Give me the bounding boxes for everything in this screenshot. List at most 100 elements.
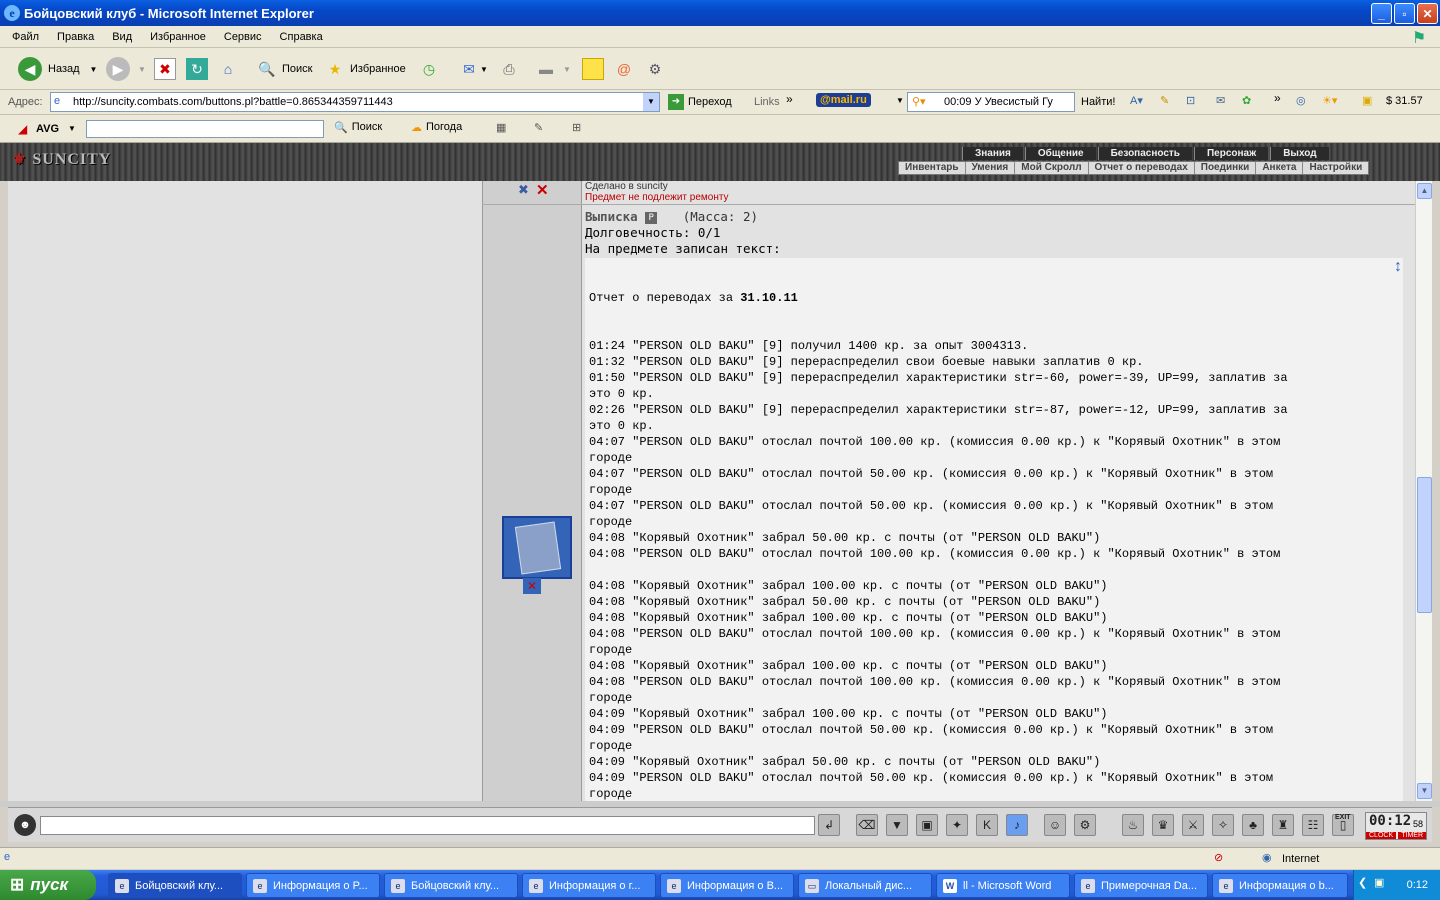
nav-battles[interactable]: Поединки: [1195, 162, 1257, 174]
nav-communication[interactable]: Общение: [1024, 147, 1096, 160]
task-local-disk[interactable]: ▭ Локальный дис...: [798, 873, 932, 898]
nav-settings[interactable]: Настройки: [1303, 162, 1368, 174]
chat-avatar-icon[interactable]: ☻: [14, 814, 36, 836]
avg-search-input[interactable]: [86, 120, 324, 138]
forward-button[interactable]: ▶ ▼: [106, 55, 146, 83]
task-fight-club-2[interactable]: e Бойцовский клу...: [384, 873, 518, 898]
search-button[interactable]: 🔍 Поиск: [256, 55, 312, 83]
resize-icon[interactable]: ↕: [1394, 258, 1402, 276]
save-chat-icon[interactable]: ▣: [916, 814, 938, 836]
back-button[interactable]: ◀ Назад ▼: [18, 55, 97, 83]
at-icon[interactable]: @: [613, 58, 635, 80]
home-icon[interactable]: ⌂: [217, 58, 239, 80]
edit-dropdown-icon[interactable]: ▼: [563, 65, 571, 74]
music-icon[interactable]: ♪: [1006, 814, 1028, 836]
highlight-icon[interactable]: ✎: [1160, 94, 1169, 107]
scroll-thumb[interactable]: [1417, 477, 1432, 613]
mailru-logo[interactable]: @mail.ru: [816, 93, 871, 107]
window-title-bar[interactable]: e Бойцовский клуб - Microsoft Internet E…: [0, 0, 1440, 26]
agent-icon[interactable]: ✿: [1242, 94, 1251, 107]
nav-transfer-report[interactable]: Отчет о переводах: [1089, 162, 1195, 174]
zoom-icon[interactable]: ⊡: [1186, 94, 1195, 107]
scroll-down-icon[interactable]: ▼: [1417, 783, 1432, 799]
address-dropdown-icon[interactable]: ▼: [643, 93, 659, 111]
start-button[interactable]: ⊞ пуск: [0, 870, 96, 900]
notepad-icon[interactable]: ✎: [534, 121, 543, 134]
menu-tools[interactable]: Сервис: [224, 31, 262, 43]
nav-knowledge[interactable]: Знания: [962, 147, 1023, 160]
notes-icon[interactable]: [582, 58, 604, 80]
task-info-v[interactable]: e Информация о В...: [660, 873, 794, 898]
popup-blocker-icon[interactable]: ⊘: [1214, 851, 1223, 864]
links-label[interactable]: Links: [754, 96, 780, 108]
lion-icon[interactable]: ♛: [1152, 814, 1174, 836]
nav-character[interactable]: Персонаж: [1193, 147, 1269, 160]
send-icon[interactable]: ↲: [818, 814, 840, 836]
font-size-icon[interactable]: A▾: [1130, 94, 1143, 107]
mailru-search-input[interactable]: ⚲▾ 00:09 У Увесистый Гу: [907, 92, 1075, 112]
potion-icon[interactable]: ♨: [1122, 814, 1144, 836]
item-remove-icon[interactable]: ✕: [523, 578, 541, 594]
task-word[interactable]: Wll - Microsoft Word: [936, 873, 1070, 898]
calculator-icon[interactable]: ▦: [496, 121, 506, 134]
menu-favorites[interactable]: Избранное: [150, 31, 206, 43]
wallet-icon[interactable]: ▣: [1362, 94, 1372, 107]
eraser-icon[interactable]: ⌫: [856, 814, 878, 836]
task-fight-club-1[interactable]: e Бойцовский клу...: [108, 873, 242, 898]
stop-icon[interactable]: ✖: [154, 58, 176, 80]
filter-icon[interactable]: ▼: [886, 814, 908, 836]
edit-icon[interactable]: ▬: [535, 58, 557, 80]
exit-door-icon[interactable]: EXIT ▯: [1332, 814, 1354, 836]
mailru-icon[interactable]: ◎: [1296, 94, 1306, 107]
delete-icon[interactable]: ✕: [536, 181, 549, 199]
vertical-scrollbar[interactable]: ▲ ▼: [1415, 181, 1432, 801]
maximize-button[interactable]: ▫: [1394, 3, 1415, 24]
favorites-button[interactable]: ★ Избранное: [324, 55, 406, 83]
messenger-icon[interactable]: ⚙: [644, 58, 666, 80]
avg-search-button[interactable]: 🔍 Поиск: [334, 121, 382, 134]
task-info-p[interactable]: e Информация о P...: [246, 873, 380, 898]
task-fitting-room[interactable]: e Примерочная Da...: [1074, 873, 1208, 898]
menu-edit[interactable]: Правка: [57, 31, 94, 43]
mail-icon[interactable]: ✉: [458, 58, 480, 80]
chat-input[interactable]: [40, 816, 815, 835]
envelope-icon[interactable]: ✉: [1216, 94, 1225, 107]
scroll-up-icon[interactable]: ▲: [1417, 183, 1432, 199]
task-info-b[interactable]: e Информация о b...: [1212, 873, 1348, 898]
avg-label[interactable]: AVG: [36, 123, 59, 135]
nav-my-scroll[interactable]: Мой Скролл: [1015, 162, 1089, 174]
translit-icon[interactable]: K: [976, 814, 998, 836]
mage-icon[interactable]: ✧: [1212, 814, 1234, 836]
minimize-button[interactable]: _: [1371, 3, 1392, 24]
nav-inventory[interactable]: Инвентарь: [899, 162, 966, 174]
fighter-icon[interactable]: ✦: [946, 814, 968, 836]
weather-button[interactable]: ☁ Погода: [411, 121, 462, 134]
menu-file[interactable]: Файл: [12, 31, 39, 43]
task-info-g[interactable]: e Информация о г...: [522, 873, 656, 898]
mail-dropdown-icon[interactable]: ▼: [480, 65, 488, 74]
nav-security[interactable]: Безопасность: [1097, 147, 1192, 160]
smiley-icon[interactable]: ☺: [1044, 814, 1066, 836]
nav-profile[interactable]: Анкета: [1256, 162, 1304, 174]
print-icon[interactable]: ⎙: [498, 58, 520, 80]
avg-dropdown-icon[interactable]: ▼: [68, 124, 76, 133]
weather-icon[interactable]: ☀▾: [1322, 94, 1337, 107]
screenshot-icon[interactable]: ⊞: [572, 121, 581, 134]
tray-app-icon[interactable]: ▣: [1374, 876, 1384, 889]
tray-expand-icon[interactable]: ❮: [1358, 876, 1367, 889]
group-icon[interactable]: ☷: [1302, 814, 1324, 836]
find-button[interactable]: Найти!: [1081, 96, 1115, 108]
menu-view[interactable]: Вид: [112, 31, 132, 43]
scroll-item-image[interactable]: [502, 516, 572, 579]
nav-exit[interactable]: Выход: [1270, 147, 1329, 160]
chevron-right-icon[interactable]: »: [786, 92, 793, 106]
tray-clock[interactable]: 0:12: [1407, 879, 1428, 891]
tree-icon[interactable]: ♣: [1242, 814, 1264, 836]
mailru-dropdown-icon[interactable]: ▼: [896, 96, 904, 105]
chat-settings-icon[interactable]: ⚙: [1074, 814, 1096, 836]
unequip-icon[interactable]: ✖: [518, 182, 529, 198]
close-button[interactable]: ✕: [1417, 3, 1438, 24]
go-button[interactable]: ➜ Переход: [668, 94, 732, 110]
chevron-right-icon-2[interactable]: »: [1274, 91, 1281, 105]
history-icon[interactable]: ◷: [418, 58, 440, 80]
